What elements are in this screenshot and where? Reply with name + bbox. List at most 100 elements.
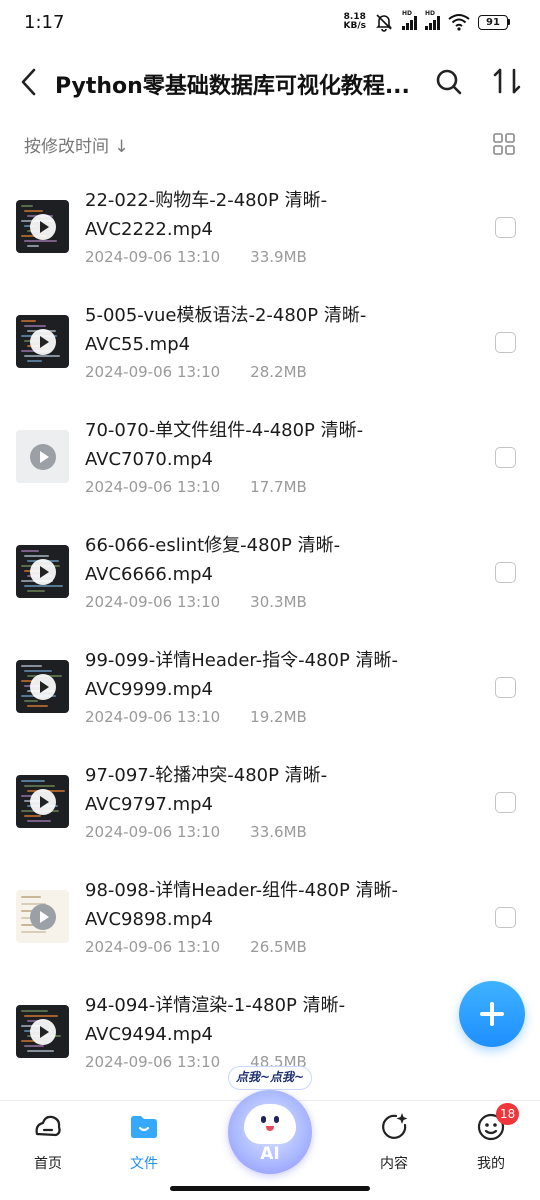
thumbnail-text-line [21,896,41,898]
home-icon [35,1115,61,1137]
signal-strength-icon-2: HD [425,10,440,30]
home-indicator [170,1186,370,1191]
select-checkbox[interactable] [495,792,516,813]
file-item[interactable]: 99-099-详情Header-指令-480P 清晰-AVC9999.mp4 2… [0,640,540,755]
select-checkbox[interactable] [495,562,516,583]
video-thumbnail [16,430,69,483]
thumbnail-code-line [21,780,45,782]
play-icon [29,443,56,470]
file-name: 98-098-详情Header-组件-480P 清晰-AVC9898.mp4 [85,880,399,930]
thumbnail-code-line [27,820,51,822]
nav-item-files[interactable]: 文件 [109,1111,179,1173]
file-name: 5-005-vue模板语法-2-480P 清晰-AVC55.mp4 [85,305,367,355]
file-meta: 2024-09-06 13:10 17.7MB [85,478,307,496]
file-item[interactable]: 5-005-vue模板语法-2-480P 清晰-AVC55.mp4 2024-0… [0,295,540,410]
thumbnail-code-line [24,355,60,357]
thumbnail-code-line [24,785,55,787]
thumbnail-code-line [24,700,38,702]
file-item[interactable]: 66-066-eslint修复-480P 清晰-AVC6666.mp4 2024… [0,525,540,640]
file-date: 2024-09-06 13:10 [85,938,221,956]
ai-label: AI [260,1144,280,1164]
thumbnail-code-line [24,1015,58,1017]
select-checkbox[interactable] [495,217,516,238]
play-icon [29,788,56,815]
file-item[interactable]: 97-097-轮播冲突-480P 清晰-AVC9797.mp4 2024-09-… [0,755,540,870]
select-checkbox[interactable] [495,677,516,698]
play-icon [29,558,56,585]
file-name: 97-097-轮播冲突-480P 清晰-AVC9797.mp4 [85,765,328,815]
thumbnail-code-line [27,1050,54,1052]
thumbnail-code-line [24,585,63,587]
thumbnail-code-line [27,360,42,362]
thumbnail-code-line [21,665,42,667]
grid-view-icon[interactable] [492,132,516,156]
video-thumbnail [16,200,69,253]
notification-badge: 18 [496,1103,520,1125]
select-checkbox[interactable] [495,907,516,928]
nav-item-content[interactable]: 内容 [359,1111,429,1173]
play-icon [29,328,56,355]
thumbnail-code-line [21,205,33,207]
thumbnail-code-line [24,210,43,212]
file-name: 66-066-eslint修复-480P 清晰-AVC6666.mp4 [85,535,341,585]
file-list: 22-022-购物车-2-480P 清晰-AVC2222.mp4 2024-09… [0,180,540,1100]
thumbnail-code-line [21,550,39,552]
ai-assistant-button[interactable]: AI [228,1090,312,1174]
file-meta: 2024-09-06 13:10 28.2MB [85,363,307,381]
file-size: 28.2MB [250,363,307,381]
file-date: 2024-09-06 13:10 [85,363,221,381]
play-icon [29,213,56,240]
ai-speech-bubble[interactable]: 点我~点我~ [228,1066,312,1090]
nav-item-profile[interactable]: 18 我的 [456,1103,526,1173]
file-date: 2024-09-06 13:10 [85,1053,221,1071]
nav-label: 首页 [34,1156,62,1172]
header-bar: Python零基础数据库可视化教程... [0,56,540,108]
file-item[interactable]: 22-022-购物车-2-480P 清晰-AVC2222.mp4 2024-09… [0,180,540,295]
file-name: 99-099-详情Header-指令-480P 清晰-AVC9999.mp4 [85,650,399,700]
select-checkbox[interactable] [495,332,516,353]
thumbnail-code-line [24,815,41,817]
file-size: 19.2MB [250,708,307,726]
sort-icon[interactable] [490,64,526,100]
thumbnail-code-line [21,1010,48,1012]
signal-hd-label: HD [402,10,413,17]
wifi-icon [448,14,470,31]
file-date: 2024-09-06 13:10 [85,478,221,496]
file-item[interactable]: 70-070-单文件组件-4-480P 清晰-AVC7070.mp4 2024-… [0,410,540,525]
video-thumbnail [16,1005,69,1058]
back-arrow-icon[interactable] [14,64,44,100]
page-title: Python零基础数据库可视化教程... [55,74,410,99]
mascot-eye [261,1116,266,1123]
sort-row: 按修改时间 ↓ [0,124,540,164]
nav-item-home[interactable]: 首页 [13,1111,83,1173]
video-thumbnail [16,775,69,828]
file-date: 2024-09-06 13:10 [85,708,221,726]
select-checkbox[interactable] [495,447,516,468]
file-size: 33.6MB [250,823,307,841]
thumbnail-text-line [21,931,46,933]
video-thumbnail [16,315,69,368]
file-size: 33.9MB [250,248,307,266]
battery-icon: 91 [478,14,510,30]
play-icon [29,673,56,700]
thumbnail-code-line [24,1045,44,1047]
video-thumbnail [16,890,69,943]
cloud-mascot-icon [244,1104,296,1144]
sort-by-modified-time[interactable]: 按修改时间 ↓ [24,132,129,157]
file-name: 22-022-购物车-2-480P 清晰-AVC2222.mp4 [85,190,328,240]
file-date: 2024-09-06 13:10 [85,593,221,611]
signal-hd-label: HD [425,10,436,17]
file-meta: 2024-09-06 13:10 33.9MB [85,248,307,266]
folder-icon [131,1116,157,1138]
add-button[interactable] [459,981,525,1047]
video-thumbnail [16,545,69,598]
battery-level: 91 [478,14,508,30]
status-bar: 1:17 8.18 KB/s HD HD 91 [0,0,540,46]
file-size: 26.5MB [250,938,307,956]
file-item[interactable]: 98-098-详情Header-组件-480P 清晰-AVC9898.mp4 2… [0,870,540,985]
thumbnail-code-line [24,325,46,327]
signal-strength-icon-1: HD [402,10,417,30]
search-icon[interactable] [434,66,464,98]
network-speed-unit: KB/s [343,21,366,31]
file-size: 30.3MB [250,593,307,611]
